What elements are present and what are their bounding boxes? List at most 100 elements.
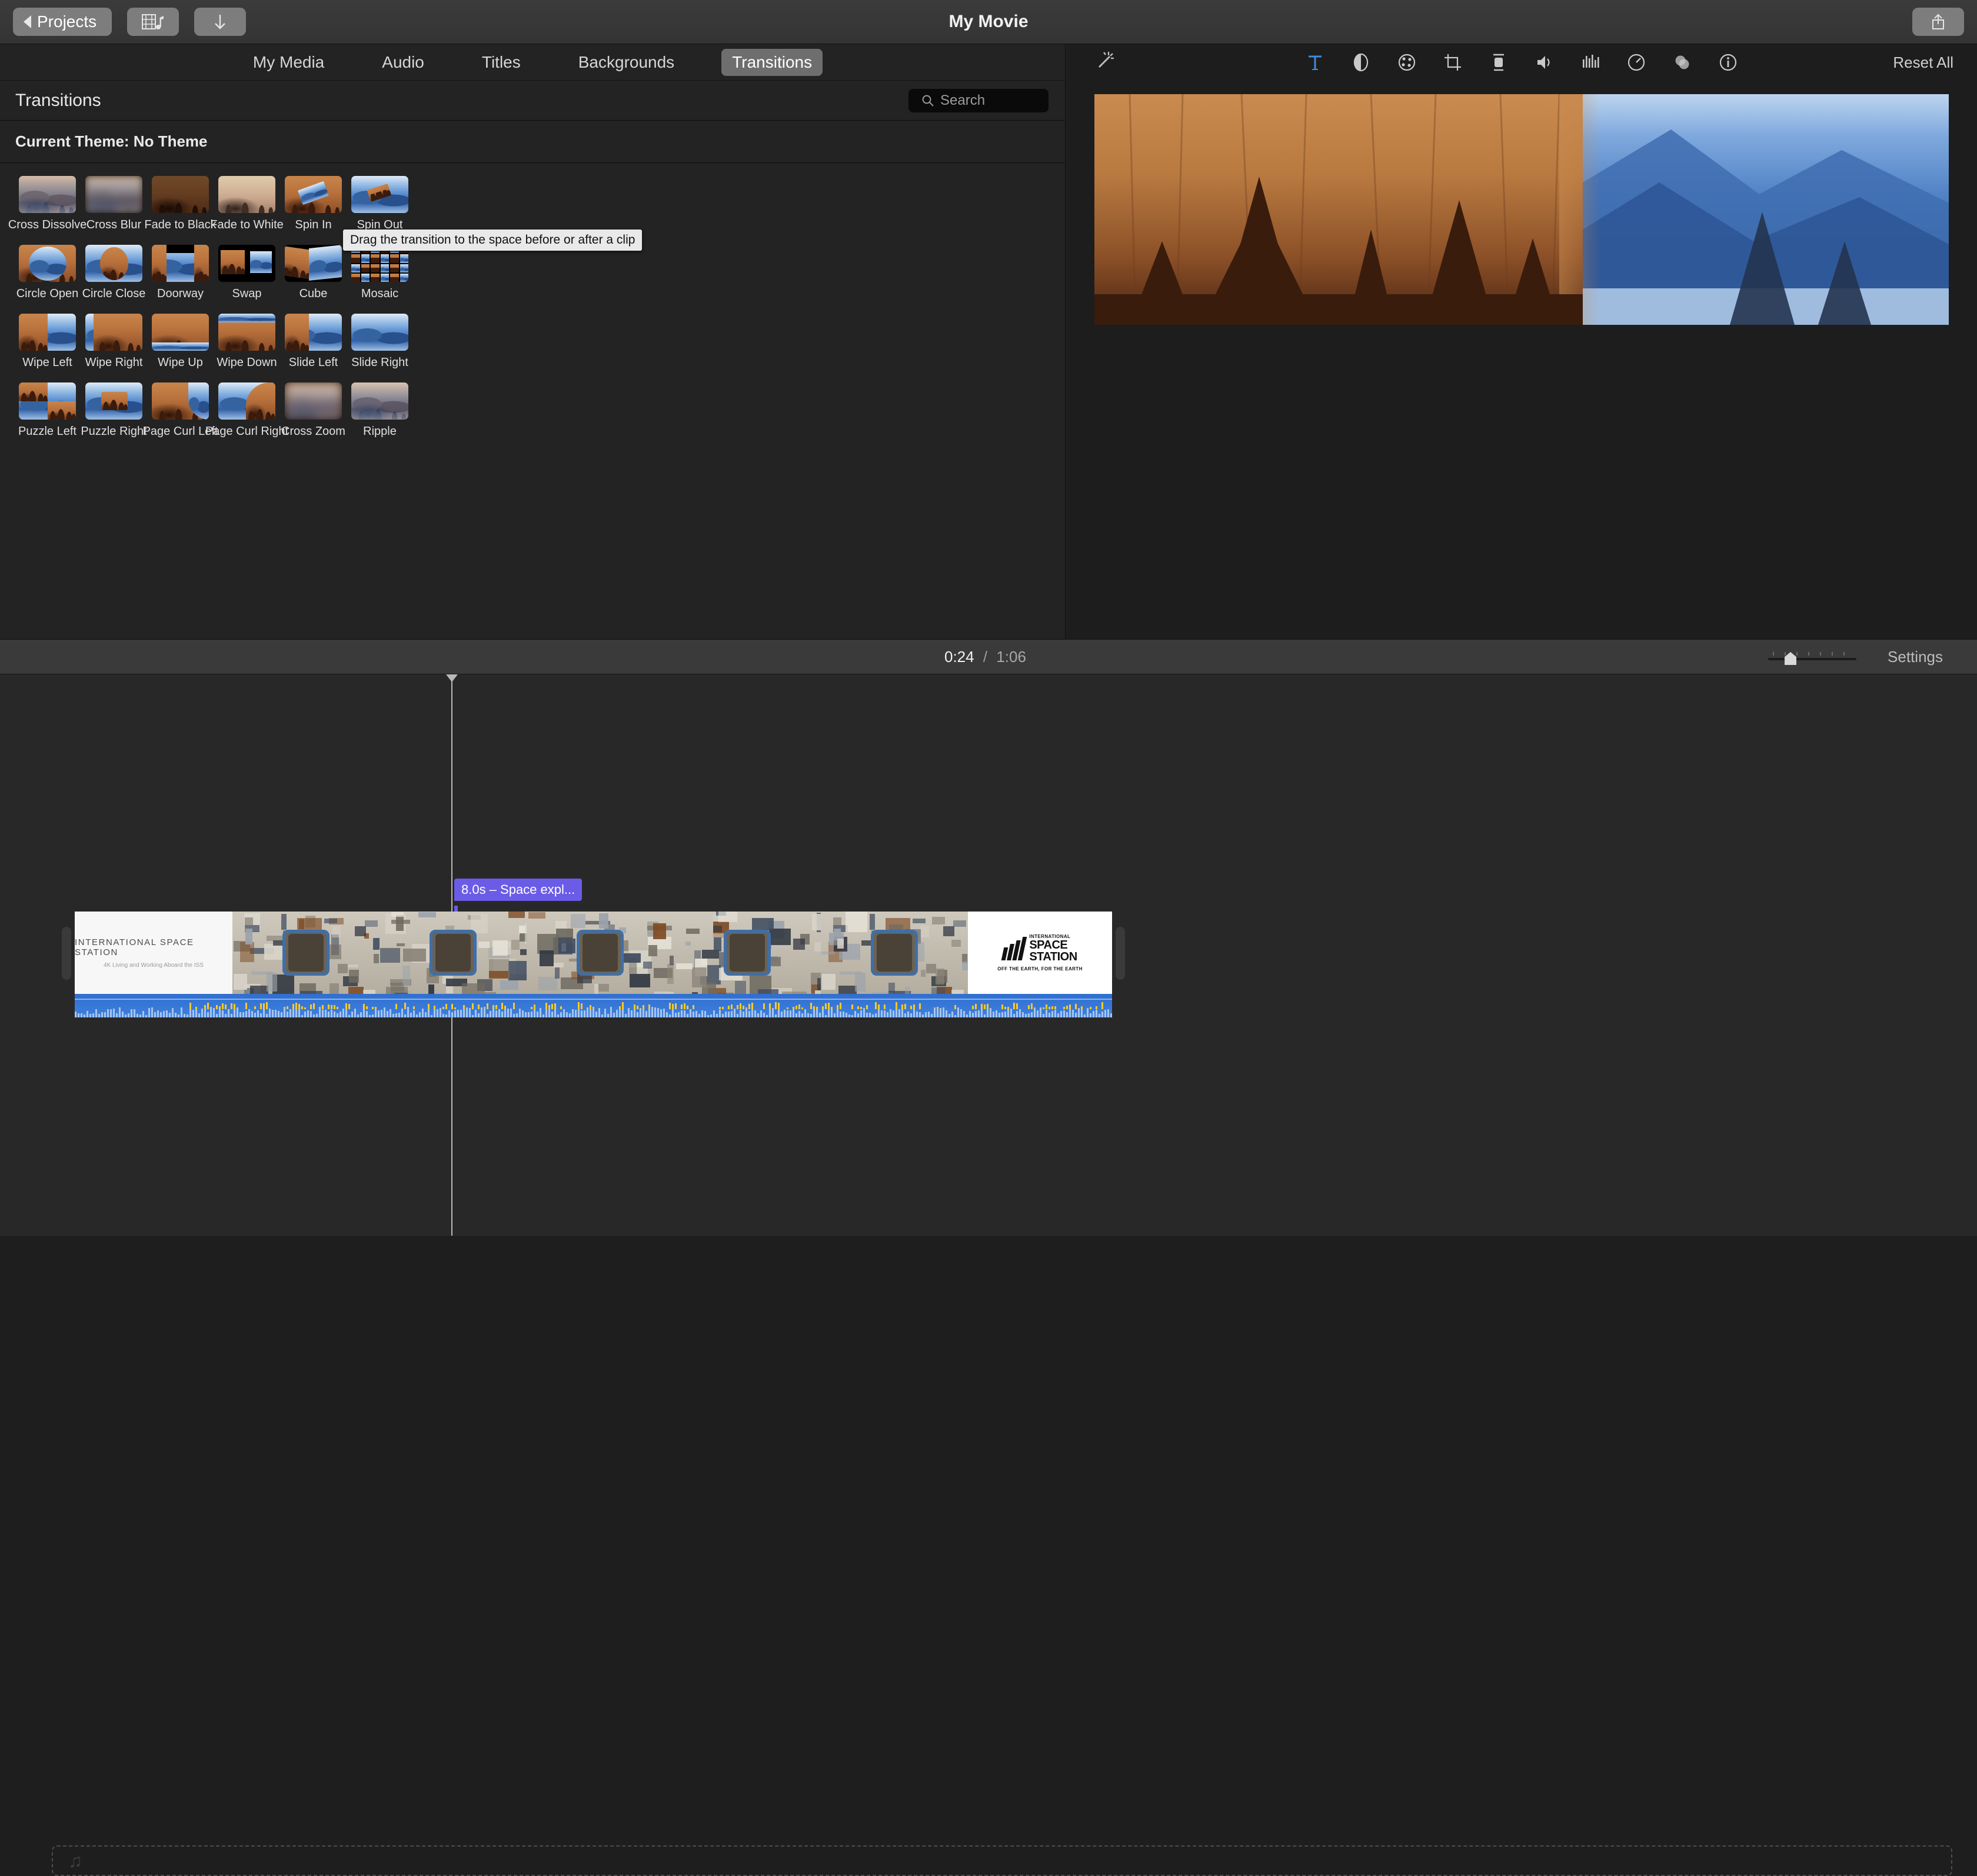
transition-label: Puzzle Right (81, 425, 147, 438)
transition-item-circle-close[interactable]: Circle Close (81, 245, 147, 301)
transition-item-fade-white[interactable]: Fade to White (210, 176, 284, 232)
speed-icon[interactable] (1626, 52, 1646, 72)
waveform-bar (169, 1012, 171, 1017)
timeline-zoom-slider[interactable] (1768, 645, 1856, 668)
tab-audio[interactable]: Audio (371, 49, 435, 76)
waveform-bar (1019, 1009, 1021, 1017)
transition-label: Wipe Up (158, 356, 203, 369)
transition-item-cross-zoom[interactable]: Cross Zoom (280, 382, 347, 438)
volume-icon[interactable] (1535, 52, 1555, 72)
waveform-bar (990, 1008, 991, 1017)
transition-thumbnail (85, 176, 142, 213)
transition-item-mosaic[interactable]: Mosaic (347, 245, 413, 301)
media-browser-button[interactable] (127, 8, 179, 36)
transition-item-doorway[interactable]: Doorway (147, 245, 214, 301)
transition-item-circle-open[interactable]: Circle Open (14, 245, 81, 301)
transition-item-wipe-down[interactable]: Wipe Down (214, 314, 280, 370)
waveform-bar (781, 1011, 783, 1017)
transition-label: Wipe Left (22, 356, 72, 369)
waveform-bar (778, 1008, 780, 1017)
waveform-bar (284, 1007, 285, 1017)
waveform-bar (128, 1013, 129, 1017)
waveform-peak (857, 1006, 859, 1009)
waveform-bar (1007, 1009, 1009, 1017)
titles-icon[interactable] (1305, 52, 1325, 72)
stabilization-icon[interactable] (1489, 52, 1509, 72)
transition-item-slide-left[interactable]: Slide Left (280, 314, 347, 370)
current-theme-row[interactable]: Current Theme: No Theme (0, 121, 1065, 163)
share-button[interactable] (1912, 8, 1964, 36)
viewer-tool-icons (1305, 52, 1738, 72)
transition-item-wipe-left[interactable]: Wipe Left (14, 314, 81, 370)
video-preview[interactable] (1094, 94, 1949, 325)
transition-item-puzzle-left[interactable]: Puzzle Left (14, 382, 81, 438)
transition-thumbnail (152, 176, 209, 213)
projects-back-button[interactable]: Projects (13, 8, 112, 36)
clip-filter-icon[interactable] (1672, 52, 1692, 72)
waveform-bar (257, 1010, 259, 1017)
waveform-bar (407, 1007, 409, 1017)
video-clip[interactable]: INTERNATIONAL SPACE STATION 4K Living an… (75, 912, 1112, 994)
clip-title-card: INTERNATIONAL SPACE STATION 4K Living an… (75, 912, 232, 994)
transition-item-spin-out[interactable]: Spin Out (347, 176, 413, 232)
waveform-bar (946, 1010, 947, 1017)
waveform-bar (431, 1014, 432, 1017)
waveform-peak (648, 1004, 650, 1009)
waveform-bar (560, 1012, 562, 1017)
zoom-slider-handle[interactable] (1785, 652, 1796, 665)
transition-item-fade-black[interactable]: Fade to Black (144, 176, 217, 232)
transition-item-page-curl-left[interactable]: Page Curl Left (143, 382, 218, 438)
reset-all-button[interactable]: Reset All (1893, 54, 1953, 72)
transition-label: Doorway (157, 287, 204, 300)
waveform-bar (328, 1011, 330, 1017)
noise-reduction-icon[interactable] (1580, 52, 1600, 72)
waveform-bar (281, 1012, 282, 1017)
waveform-bar (187, 1014, 188, 1017)
music-dropzone[interactable]: ♫ (52, 1845, 1952, 1876)
transition-thumbnail (218, 314, 275, 351)
clip-trim-handle-left[interactable] (62, 927, 71, 980)
waveform-bar (996, 1010, 997, 1017)
waveform-bar (478, 1013, 480, 1017)
clip-audio-waveform[interactable] (75, 994, 1112, 1017)
waveform-bar (78, 1013, 79, 1017)
time-display: 0:24 / 1:06 (944, 648, 1026, 666)
transition-item-cross-blur[interactable]: Cross Blur (81, 176, 147, 232)
tab-transitions[interactable]: Transitions (721, 48, 823, 76)
magic-wand-icon[interactable] (1094, 48, 1118, 77)
transition-item-wipe-right[interactable]: Wipe Right (81, 314, 147, 370)
transition-item-ripple[interactable]: Ripple (347, 382, 413, 438)
transition-item-swap[interactable]: Swap (214, 245, 280, 301)
transition-item-spin-in[interactable]: Spin In (280, 176, 347, 232)
waveform-peak (593, 1006, 594, 1009)
clip-trim-handle-right[interactable] (1116, 927, 1125, 980)
search-input[interactable]: Search (908, 89, 1049, 112)
timeline-panel[interactable]: 8.0s – Space expl... INTERNATIONAL SPACE… (0, 674, 1977, 1876)
waveform-bar (707, 1014, 709, 1017)
transition-item-cube[interactable]: Cube (280, 245, 347, 301)
transition-item-cross-dissolve[interactable]: Cross Dissolve (8, 176, 86, 232)
transition-item-page-curl-right[interactable]: Page Curl Right (205, 382, 288, 438)
waveform-bar (937, 1009, 938, 1017)
color-balance-icon[interactable] (1351, 52, 1371, 72)
transition-item-slide-right[interactable]: Slide Right (347, 314, 413, 370)
tab-backgrounds[interactable]: Backgrounds (568, 49, 685, 76)
transition-item-wipe-up[interactable]: Wipe Up (147, 314, 214, 370)
transition-item-puzzle-right[interactable]: Puzzle Right (81, 382, 147, 438)
waveform-peak (225, 1004, 227, 1009)
crop-icon[interactable] (1443, 52, 1463, 72)
waveform-bar (925, 1012, 927, 1017)
import-download-button[interactable] (194, 8, 247, 36)
waveform-peak (551, 1004, 553, 1009)
waveform-bar (1072, 1009, 1074, 1017)
tab-my-media[interactable]: My Media (242, 49, 335, 76)
color-correction-icon[interactable] (1397, 52, 1417, 72)
waveform-bar (463, 1009, 465, 1017)
zoom-tick (1773, 652, 1774, 656)
waveform-peak (1069, 1004, 1071, 1009)
timeline-settings-button[interactable]: Settings (1888, 648, 1943, 666)
drag-hint-tooltip: Drag the transition to the space before … (343, 229, 643, 251)
audio-volume-line[interactable] (75, 999, 1112, 1000)
info-icon[interactable] (1718, 52, 1738, 72)
tab-titles[interactable]: Titles (471, 49, 531, 76)
